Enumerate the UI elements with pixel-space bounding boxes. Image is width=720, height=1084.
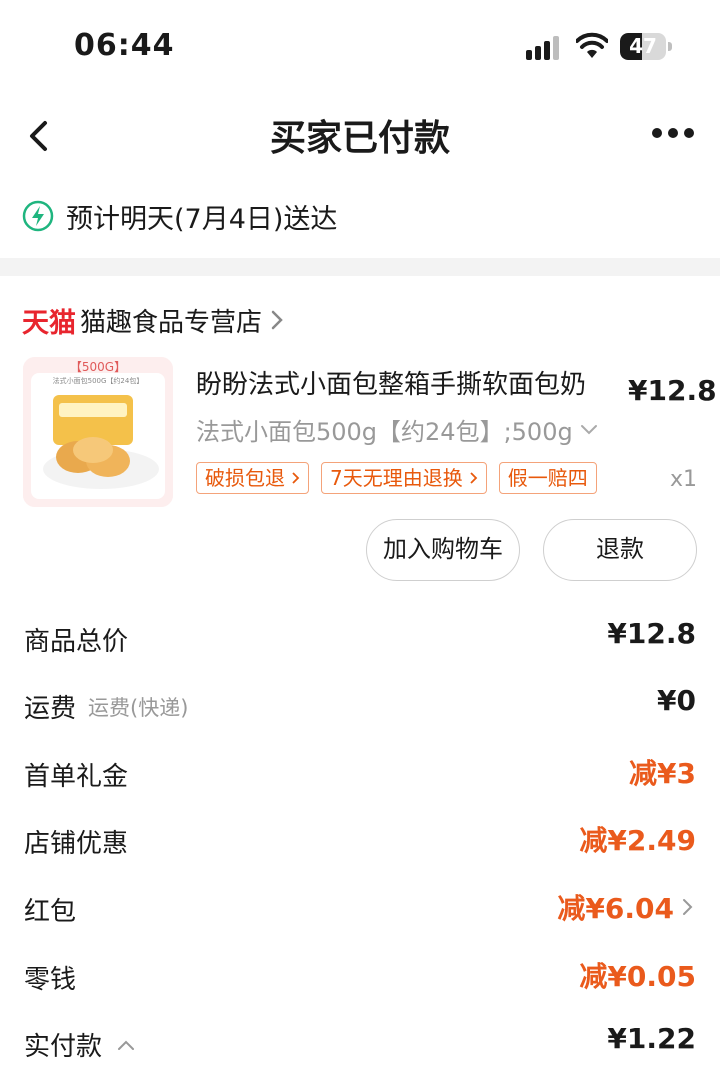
summary-label: 运费 xyxy=(24,694,77,724)
summary-label: 首单礼金 xyxy=(24,762,129,792)
product-title[interactable]: 盼盼法式小面包整箱手撕软面包奶 xyxy=(196,364,586,401)
chevron-right-icon xyxy=(470,472,478,484)
tag-label: 7天无理由退换 xyxy=(330,465,463,490)
store-name: 猫趣食品专营店 xyxy=(80,307,263,338)
summary-value: ¥12.8 xyxy=(607,617,696,650)
summary-row-store-discount: 店铺优惠 减¥2.49 xyxy=(0,815,720,865)
tag-damage-refund[interactable]: 破损包退 xyxy=(196,462,309,494)
summary-value: 减¥2.49 xyxy=(579,824,696,857)
summary-label: 红包 xyxy=(24,897,77,927)
battery-level-text: 47 xyxy=(629,34,657,58)
status-time: 06:44 xyxy=(74,28,175,63)
chevron-right-icon xyxy=(292,472,300,484)
summary-sublabel: 运费(快递) xyxy=(88,695,189,720)
section-divider xyxy=(0,258,720,276)
tag-fake-compensation[interactable]: 假一赔四 xyxy=(498,462,597,494)
chevron-up-icon[interactable] xyxy=(116,1039,136,1051)
wifi-icon xyxy=(576,32,608,58)
summary-label: 实付款 xyxy=(24,1032,103,1062)
summary-value: ¥1.22 xyxy=(607,1022,696,1055)
lightning-icon xyxy=(22,200,54,232)
product-sku[interactable]: 法式小面包500g【约24包】;500g xyxy=(196,412,599,447)
summary-value: ¥0 xyxy=(657,684,696,717)
tag-7day-return[interactable]: 7天无理由退换 xyxy=(321,462,487,494)
summary-label: 店铺优惠 xyxy=(24,829,129,859)
tag-label: 破损包退 xyxy=(205,465,285,490)
signal-icon xyxy=(526,36,559,60)
summary-value: 减¥3 xyxy=(629,757,696,790)
tag-label: 假一赔四 xyxy=(507,465,588,490)
summary-label: 商品总价 xyxy=(24,627,129,657)
summary-row-change: 零钱 减¥0.05 xyxy=(0,951,720,1001)
service-tags: 破损包退 7天无理由退换 假一赔四 xyxy=(196,462,597,494)
product-image-label: 【500G】 xyxy=(69,360,127,374)
chevron-right-icon xyxy=(683,899,693,915)
product-image-sublabel: 法式小面包500G【约24包】 xyxy=(52,377,144,385)
product-price: ¥12.8 xyxy=(628,374,717,407)
summary-row-red-packet[interactable]: 红包 减¥6.04 xyxy=(0,883,720,933)
summary-row-shipping: 运费 运费(快递) ¥0 xyxy=(0,680,720,730)
status-bar: 06:44 47 xyxy=(0,0,720,95)
summary-row-item-total: 商品总价 ¥12.8 xyxy=(0,613,720,663)
page-title: 买家已付款 xyxy=(269,118,450,159)
product-image[interactable]: 【500G】 法式小面包500G【约24包】 xyxy=(23,357,173,507)
nav-bar: 买家已付款 xyxy=(0,95,720,175)
delivery-estimate: 预计明天(7月4日)送达 xyxy=(22,196,337,236)
chevron-right-icon xyxy=(271,310,283,330)
summary-row-paid-amount[interactable]: 实付款 ¥1.22 xyxy=(0,1018,720,1068)
product-quantity: x1 xyxy=(670,467,698,492)
battery-icon: 47 xyxy=(620,33,672,60)
summary-row-first-order-gift: 首单礼金 减¥3 xyxy=(0,748,720,798)
tmall-logo: 天猫 xyxy=(22,307,76,339)
summary-value: 减¥6.04 xyxy=(557,892,674,925)
summary-value: 减¥0.05 xyxy=(579,960,696,993)
chevron-down-icon xyxy=(580,424,597,434)
store-link[interactable]: 天猫 猫趣食品专营店 xyxy=(22,300,284,340)
refund-button[interactable]: 退款 xyxy=(543,519,697,581)
summary-label: 零钱 xyxy=(24,965,77,995)
sku-text: 法式小面包500g【约24包】;500g xyxy=(196,418,573,446)
delivery-text: 预计明天(7月4日)送达 xyxy=(66,203,338,235)
more-icon[interactable] xyxy=(650,123,696,143)
add-to-cart-button[interactable]: 加入购物车 xyxy=(366,519,520,581)
